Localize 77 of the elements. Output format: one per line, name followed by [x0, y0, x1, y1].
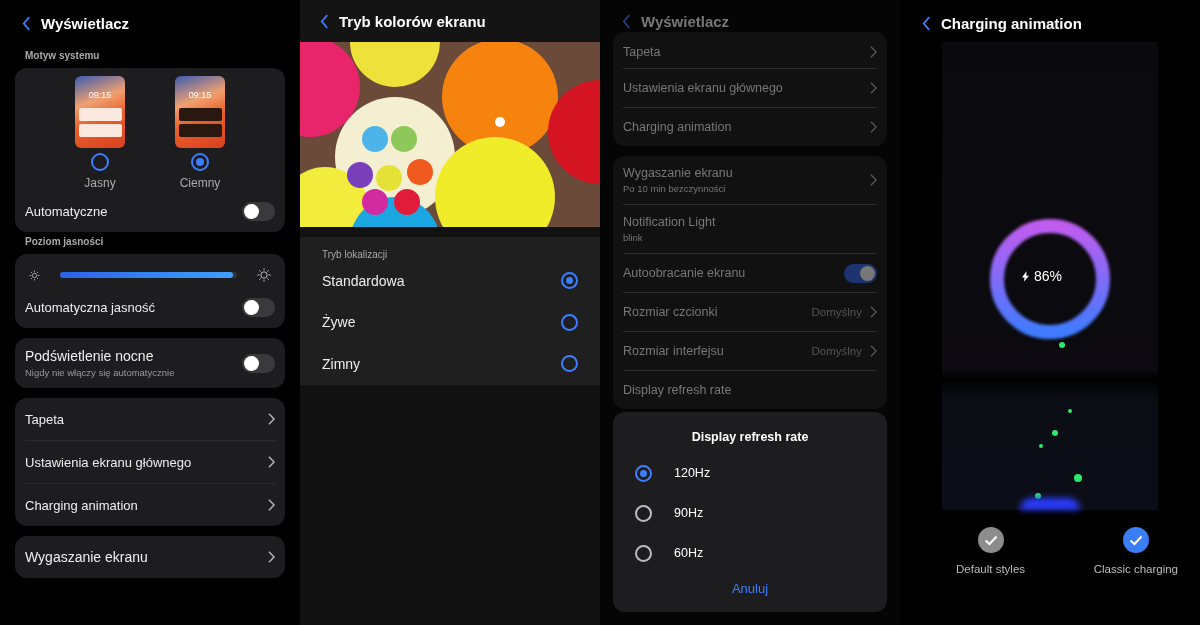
screen-title: Tryb kolorów ekranu — [339, 12, 486, 30]
setting-subtitle: Po 10 min bezczynności — [623, 183, 727, 194]
option-label[interactable]: 90Hz — [674, 506, 704, 520]
setting-link[interactable]: Tapeta — [25, 411, 65, 427]
chevron-icon — [268, 456, 275, 468]
option-label[interactable]: 60Hz — [674, 546, 704, 560]
screen-title: Wyświetlacz — [41, 14, 130, 32]
toggle-switch[interactable] — [242, 297, 275, 317]
chevron-icon — [268, 413, 275, 425]
radio-button[interactable] — [561, 313, 578, 331]
chevron-icon — [268, 499, 275, 511]
radio-button[interactable] — [635, 544, 652, 562]
chevron-icon — [870, 345, 877, 357]
section-label: Motyw systemu — [24, 49, 101, 63]
section-label: Poziom jasności — [24, 235, 105, 249]
screen-title: Wyświetlacz — [641, 12, 730, 30]
style-label[interactable]: Default styles — [956, 563, 1026, 575]
chevron-icon — [870, 46, 877, 58]
section-label: Tryb lokalizacji — [322, 249, 389, 260]
setting-link[interactable]: Wygaszanie ekranu — [25, 549, 148, 565]
setting-value: Domyślny — [811, 345, 862, 357]
setting-label[interactable]: Notification Light — [623, 215, 716, 229]
battery-percent: 86% — [1034, 268, 1063, 284]
back-icon[interactable] — [22, 15, 31, 31]
check-icon[interactable] — [1122, 527, 1149, 553]
chevron-icon — [268, 551, 275, 563]
screen-title: Charging animation — [941, 14, 1082, 32]
preview-bar — [178, 124, 222, 137]
sun-icon — [257, 268, 271, 282]
option-label[interactable]: Standardowa — [322, 272, 405, 289]
toggle-switch[interactable] — [242, 201, 275, 221]
setting-label: Automatyczne — [25, 203, 108, 219]
check-icon[interactable] — [977, 527, 1004, 553]
radio-button[interactable] — [91, 153, 109, 171]
setting-label[interactable]: Rozmiar interfejsu — [623, 344, 724, 358]
preview-time: 09:15 — [188, 90, 212, 100]
lightning-icon — [1022, 270, 1029, 282]
option-label[interactable]: Żywe — [322, 314, 356, 331]
chevron-icon — [870, 174, 877, 186]
setting-label[interactable]: Wygaszanie ekranu — [623, 166, 733, 180]
toggle-switch[interactable] — [242, 353, 275, 373]
setting-label[interactable]: Ustawienia ekranu głównego — [623, 81, 783, 95]
setting-label[interactable]: Tapeta — [623, 45, 661, 59]
chevron-icon — [870, 306, 877, 318]
preview-bar — [78, 108, 122, 121]
preview-time: 09:15 — [88, 90, 112, 100]
preview-bar — [78, 124, 122, 137]
setting-label[interactable]: Display refresh rate — [623, 383, 732, 397]
style-label[interactable]: Classic charging — [1093, 563, 1178, 575]
cancel-button[interactable]: Anuluj — [723, 577, 777, 600]
setting-label[interactable]: Rozmiar czcionki — [623, 305, 718, 319]
radio-button[interactable] — [561, 272, 578, 290]
back-icon[interactable] — [922, 15, 931, 31]
option-label[interactable]: Zimny — [322, 355, 361, 372]
dialog-title: Display refresh rate — [690, 429, 810, 446]
toggle-switch[interactable] — [844, 263, 877, 283]
radio-button[interactable] — [561, 355, 578, 373]
setting-label[interactable]: Charging animation — [623, 120, 732, 134]
radio-button[interactable] — [191, 153, 209, 171]
preview-bar — [178, 108, 222, 121]
theme-label: Jasny — [84, 176, 116, 190]
setting-subtitle: Nigdy nie włączy się automatycznie — [25, 367, 175, 378]
setting-link[interactable]: Charging animation — [25, 497, 138, 513]
setting-subtitle: blink — [623, 232, 644, 243]
chevron-icon — [870, 82, 877, 94]
setting-link[interactable]: Ustawienia ekranu głównego — [25, 454, 192, 470]
option-label[interactable]: 120Hz — [674, 466, 711, 480]
radio-button[interactable] — [635, 504, 652, 522]
sun-icon — [29, 269, 40, 281]
setting-label: Automatyczna jasność — [25, 299, 156, 315]
back-icon[interactable] — [320, 13, 329, 29]
setting-value: Domyślny — [811, 306, 862, 318]
radio-button[interactable] — [635, 464, 652, 482]
setting-label[interactable]: Autoobracanie ekranu — [623, 266, 746, 280]
chevron-icon — [870, 121, 877, 133]
setting-label: Podświetlenie nocne — [25, 348, 155, 364]
theme-label: Ciemny — [179, 176, 221, 190]
